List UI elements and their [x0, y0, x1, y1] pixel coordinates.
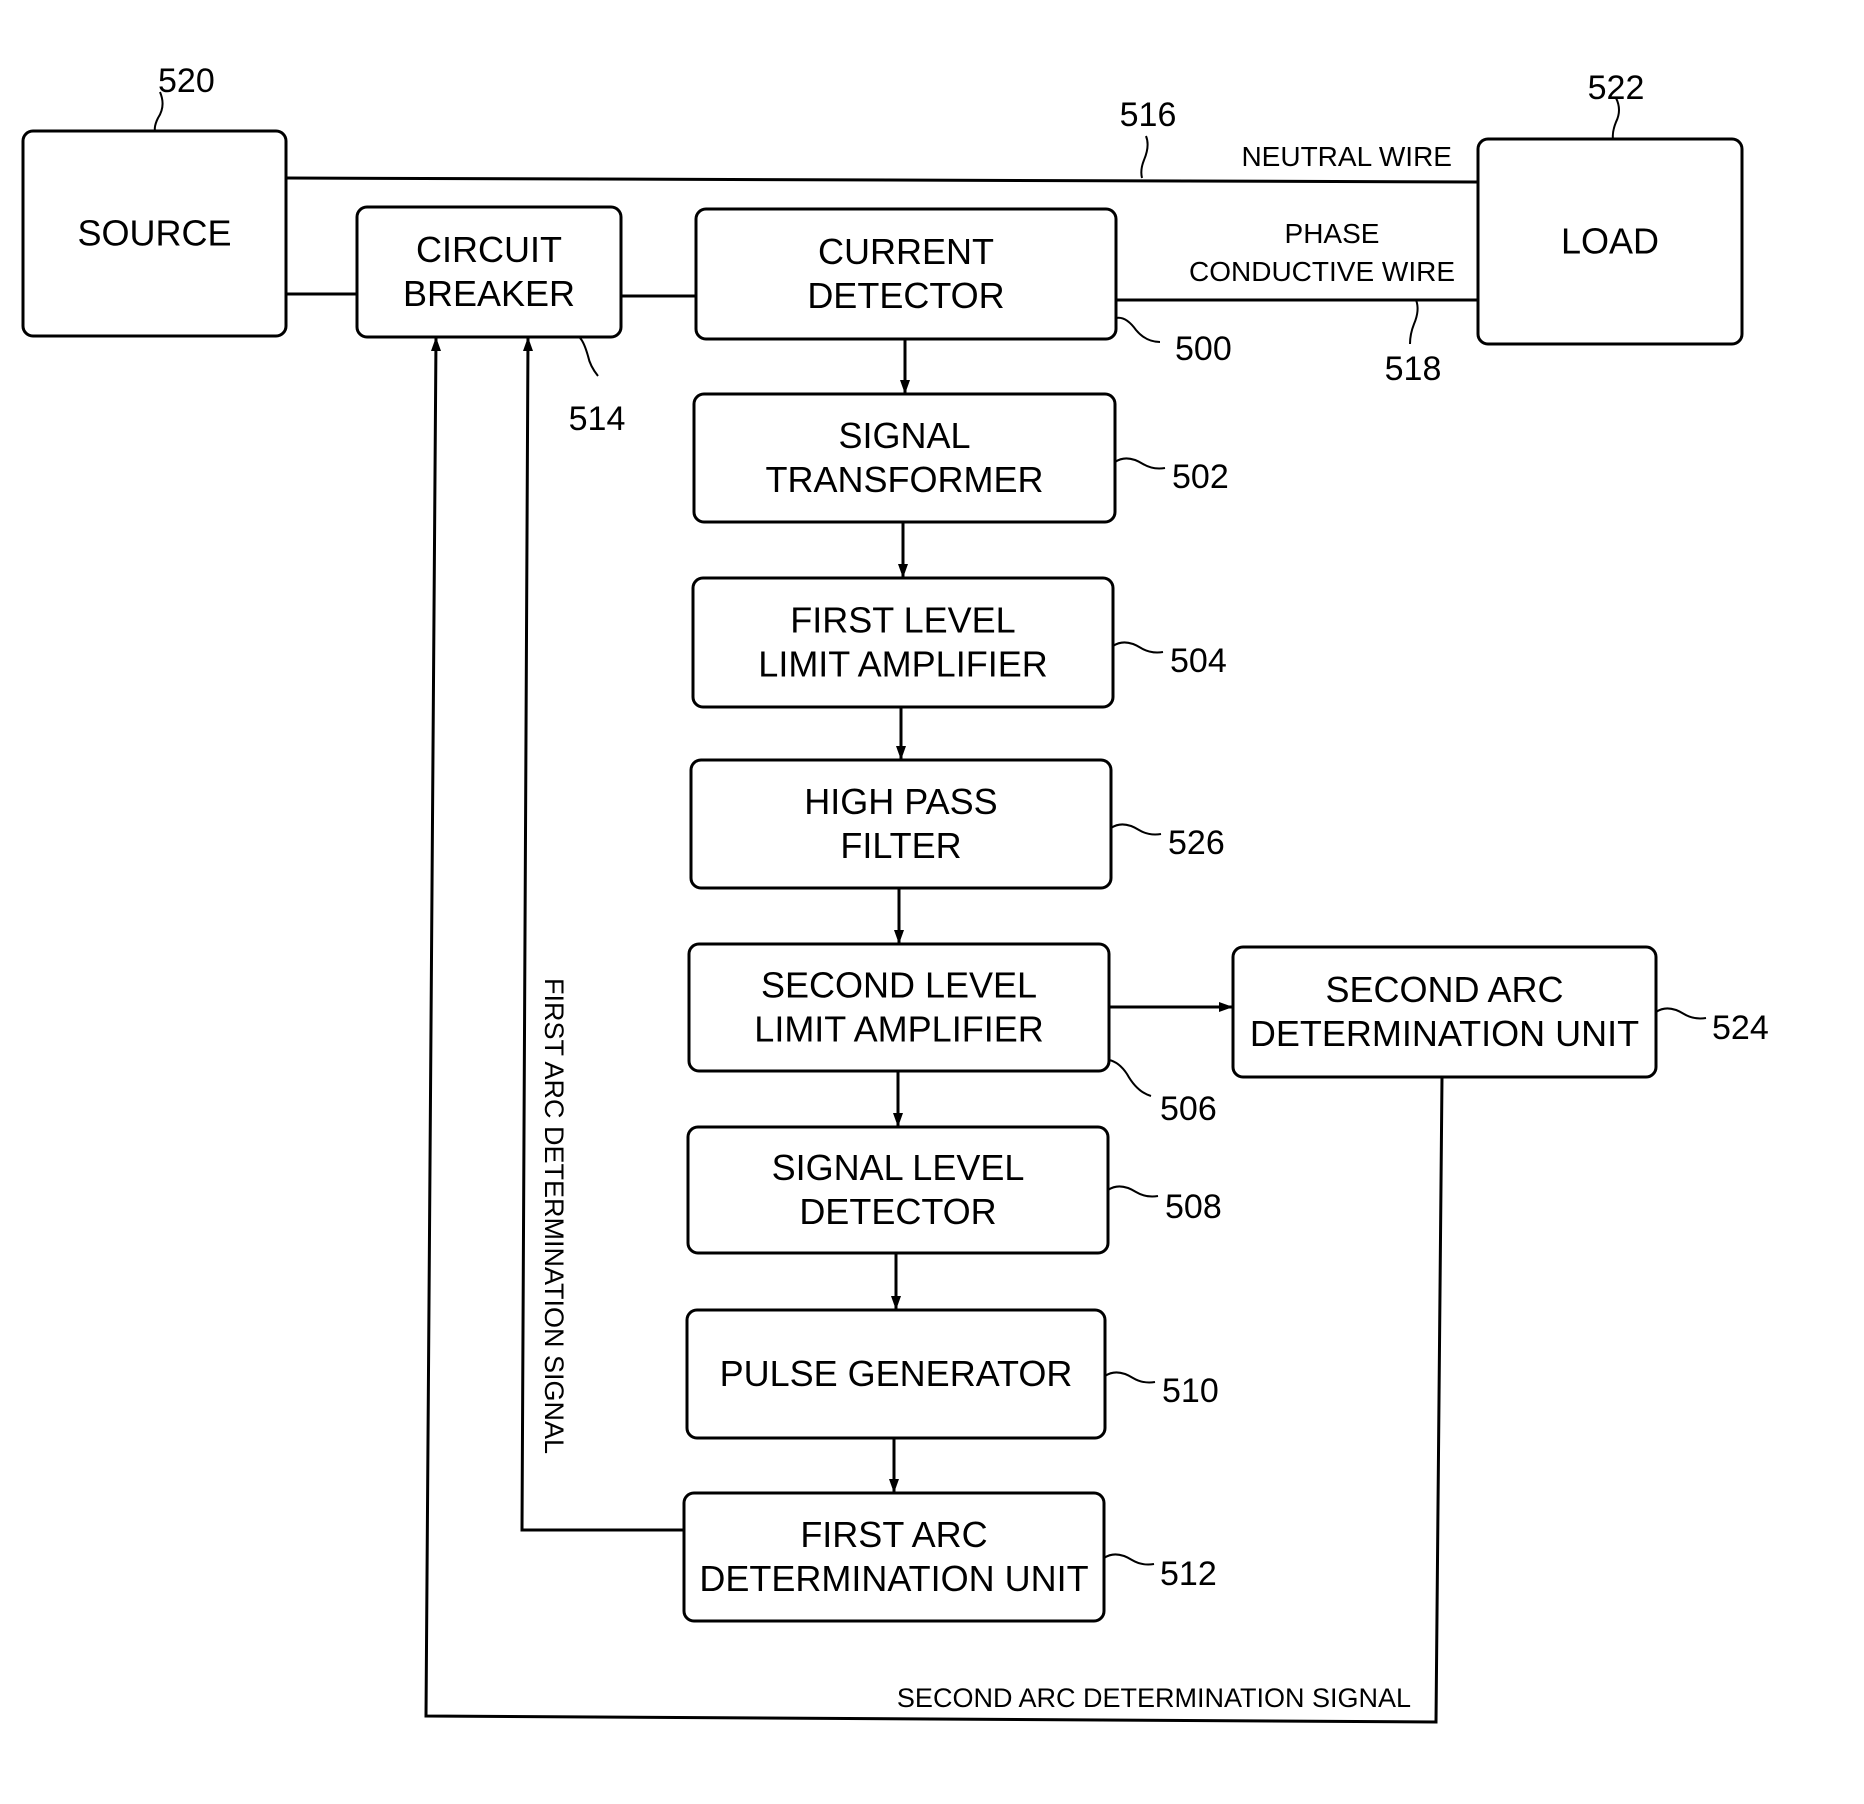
- reference-numeral: 510: [1162, 1372, 1219, 1410]
- reference-numeral: 524: [1712, 1009, 1769, 1047]
- block-label: CURRENT: [818, 231, 994, 272]
- leader-line: [1103, 1553, 1155, 1566]
- neutral-wire: [285, 176, 1479, 184]
- first-arc-signal-label: FIRST ARC DETERMINATION SIGNAL: [539, 978, 569, 1454]
- block-label: DETECTOR: [807, 275, 1004, 316]
- block-label: LOAD: [1561, 221, 1659, 262]
- leader-line: [1655, 1007, 1707, 1020]
- block-frame: [1231, 945, 1658, 1079]
- neutral-wire-label: NEUTRAL WIRE: [1241, 141, 1452, 172]
- phase-wire-label-line2: CONDUCTIVE WIRE: [1189, 256, 1455, 287]
- reference-numeral: 504: [1170, 642, 1227, 680]
- block-second-level-limit-amplifier: SECOND LEVELLIMIT AMPLIFIER: [687, 942, 1111, 1073]
- block-first-arc-determination-unit: FIRST ARCDETERMINATION UNIT: [682, 1491, 1106, 1623]
- neutral-wire-leader: [1140, 135, 1149, 179]
- block-frame: [691, 576, 1115, 709]
- block-circuit-breaker: CIRCUITBREAKER: [355, 205, 623, 339]
- arc-detection-block-diagram: SOURCE CIRCUITBREAKERCURRENTDETECTORLOADS…: [21, 62, 1769, 1724]
- leader-line: [1108, 1059, 1152, 1097]
- block-load: LOAD: [1476, 137, 1744, 346]
- block-label: BREAKER: [403, 273, 575, 314]
- phase-wire-leader: [1409, 299, 1419, 345]
- block-label: FIRST LEVEL: [790, 600, 1015, 641]
- block-label: DETERMINATION UNIT: [1250, 1013, 1639, 1054]
- block-label: DETECTOR: [799, 1191, 996, 1232]
- block-label: CIRCUIT: [416, 229, 562, 270]
- reference-numeral: 500: [1175, 330, 1232, 368]
- arrow-head: [1219, 1002, 1233, 1012]
- neutral-wire-ref: 516: [1120, 96, 1177, 134]
- block-high-pass-filter: HIGH PASSFILTER: [689, 758, 1113, 890]
- reference-numeral: 506: [1160, 1090, 1217, 1128]
- arrow-head: [891, 1296, 901, 1310]
- block-label: SIGNAL LEVEL: [772, 1147, 1025, 1188]
- block-label: SECOND ARC: [1325, 969, 1563, 1010]
- arrow-head: [893, 1113, 903, 1127]
- arrow-head: [894, 930, 904, 944]
- arrow-head: [889, 1479, 899, 1493]
- block-label: LIMIT AMPLIFIER: [758, 644, 1047, 685]
- leader-line: [1107, 1185, 1159, 1198]
- block-pulse-generator: PULSE GENERATOR: [685, 1308, 1107, 1440]
- block-signal-transformer: SIGNALTRANSFORMER: [692, 392, 1117, 524]
- second-arc-signal-label: SECOND ARC DETERMINATION SIGNAL: [897, 1683, 1411, 1713]
- arrow-head: [898, 564, 908, 578]
- block-source: SOURCE: [21, 129, 288, 338]
- block-frame: [682, 1491, 1106, 1623]
- block-label: SOURCE: [77, 213, 231, 254]
- block-label: FILTER: [840, 825, 961, 866]
- block-frame: [694, 207, 1118, 341]
- arrow-head: [523, 337, 533, 351]
- block-label: DETERMINATION UNIT: [699, 1558, 1088, 1599]
- blocks: SOURCE CIRCUITBREAKERCURRENTDETECTORLOADS…: [21, 129, 1744, 1623]
- reference-numeral: 512: [1160, 1555, 1217, 1593]
- leader-line: [1110, 823, 1162, 836]
- block-frame: [686, 1125, 1110, 1255]
- block-label: TRANSFORMER: [766, 459, 1044, 500]
- leader-line: [1104, 1371, 1156, 1384]
- block-label: SECOND LEVEL: [761, 965, 1037, 1006]
- block-current-detector: CURRENTDETECTOR: [694, 207, 1118, 341]
- block-label: HIGH PASS: [804, 781, 997, 822]
- block-label: PULSE GENERATOR: [720, 1353, 1073, 1394]
- block-frame: [355, 205, 623, 339]
- reference-numeral: 526: [1168, 824, 1225, 862]
- leader-line: [1114, 457, 1166, 470]
- block-first-level-limit-amplifier: FIRST LEVELLIMIT AMPLIFIER: [691, 576, 1115, 709]
- leader-line: [579, 337, 599, 377]
- arrow-head: [896, 746, 906, 760]
- reference-numeral: 502: [1172, 458, 1229, 496]
- reference-numeral: 520: [158, 62, 215, 100]
- block-label: FIRST ARC: [800, 1514, 987, 1555]
- arrow-head: [900, 380, 910, 394]
- block-second-arc-determination-unit: SECOND ARCDETERMINATION UNIT: [1231, 945, 1658, 1079]
- phase-wire-ref: 518: [1385, 350, 1442, 388]
- phase-wire-label-line1: PHASE: [1285, 218, 1380, 249]
- leader-line: [1115, 316, 1161, 343]
- block-label: SIGNAL: [838, 415, 970, 456]
- block-signal-level-detector: SIGNAL LEVELDETECTOR: [686, 1125, 1110, 1255]
- block-frame: [689, 758, 1113, 890]
- leader-line: [1112, 641, 1164, 654]
- block-frame: [687, 942, 1111, 1073]
- reference-numeral: 514: [569, 400, 626, 438]
- block-frame: [692, 392, 1117, 524]
- block-label: LIMIT AMPLIFIER: [754, 1009, 1043, 1050]
- reference-numeral: 522: [1588, 69, 1645, 107]
- reference-numeral: 508: [1165, 1188, 1222, 1226]
- arrow-head: [431, 337, 441, 351]
